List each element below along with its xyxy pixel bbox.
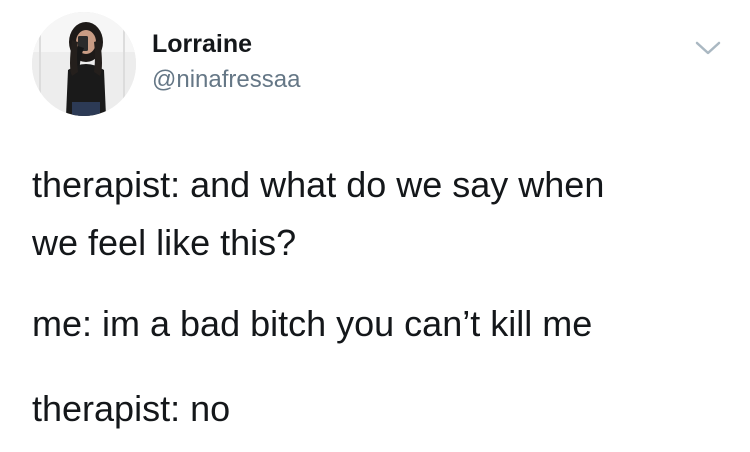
tweet-line: we feel like this?: [32, 222, 297, 263]
profile-photo-icon: [32, 12, 136, 116]
tweet-line: me: im a bad bitch you can’t kill me: [32, 303, 593, 344]
tweet-card: Lorraine @ninafressaa therapist: and wha…: [0, 0, 750, 452]
avatar[interactable]: [32, 12, 136, 116]
tweet-line: therapist: and what do we say when: [32, 164, 605, 205]
tweet-line: therapist: no: [32, 388, 231, 429]
chevron-down-icon[interactable]: [694, 38, 722, 58]
user-handle[interactable]: @ninafressaa: [152, 66, 300, 94]
display-name[interactable]: Lorraine: [152, 30, 252, 59]
